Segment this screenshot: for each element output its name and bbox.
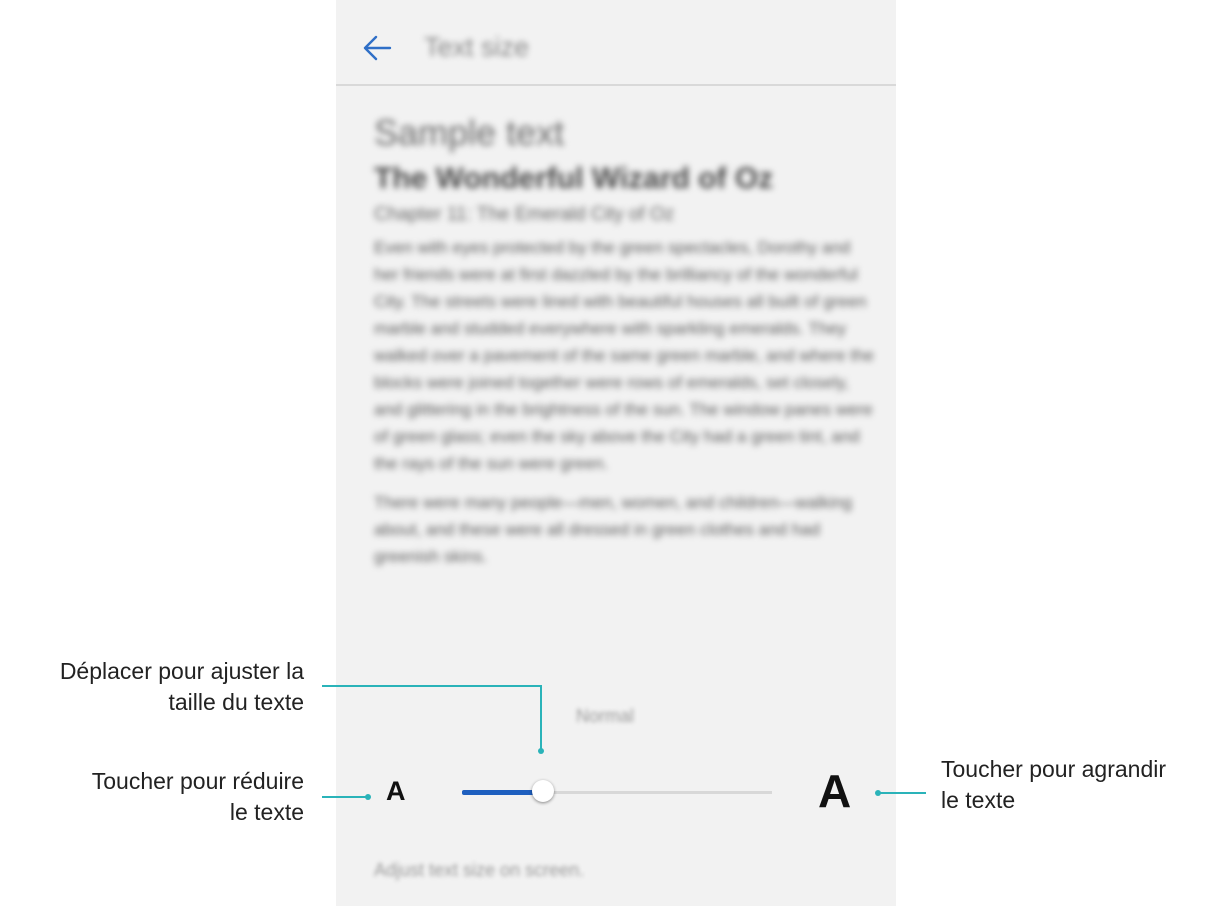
slider-thumb[interactable] — [531, 780, 554, 802]
preview-paragraph: Even with eyes protected by the green sp… — [374, 238, 874, 473]
text-size-value-label: Normal — [576, 706, 635, 726]
preview-chapter: Chapter 11: The Emerald City of Oz — [374, 204, 675, 225]
footer-description: Adjust text size on screen. — [374, 860, 585, 880]
sample-text-preview: Sample text The Wonderful Wizard of Oz C… — [374, 112, 874, 569]
slider-fill — [462, 790, 543, 795]
page-title: Text size — [424, 32, 530, 62]
phone-screen: Text size Sample text The Wonderful Wiza… — [336, 0, 896, 906]
back-arrow-icon[interactable] — [360, 30, 396, 66]
text-size-slider[interactable] — [462, 780, 772, 802]
callout-enlarge-text: Toucher pour agrandir le texte — [941, 756, 1167, 813]
app-bar: Text size — [336, 0, 896, 86]
increase-text-size-button[interactable]: A — [818, 764, 851, 818]
preview-book-title: The Wonderful Wizard of Oz — [374, 162, 774, 195]
preview-paragraph: There were many people—men, women, and c… — [374, 493, 853, 566]
callout-drag-slider: Déplacer pour ajuster la taille du texte — [59, 658, 304, 715]
callout-reduce-text: Toucher pour réduire le texte — [91, 768, 304, 825]
decrease-text-size-button[interactable]: A — [386, 776, 406, 807]
preview-heading: Sample text — [374, 112, 565, 153]
